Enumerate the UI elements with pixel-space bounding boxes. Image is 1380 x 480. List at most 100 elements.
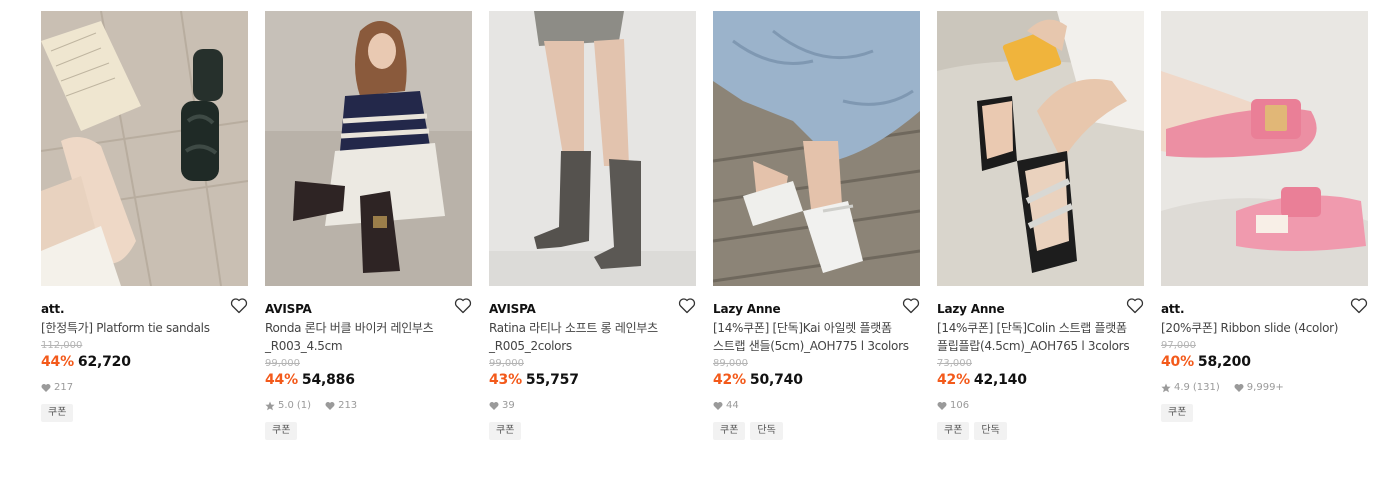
heart-count-icon <box>937 401 947 411</box>
product-name[interactable]: Ronda 론다 버클 바이커 레인부츠 _R003_4.5cm <box>265 319 472 355</box>
product-name-line: _R005_2colors <box>489 339 572 353</box>
star-icon <box>1161 383 1171 393</box>
rating-value: 4.9 <box>1174 382 1190 393</box>
like-count: 217 <box>54 382 74 393</box>
price-row: 42% 50,740 <box>713 371 920 389</box>
product-image[interactable] <box>1161 11 1368 286</box>
sale-price: 50,740 <box>749 372 803 388</box>
original-price: 97,000 <box>1161 340 1196 351</box>
product-meta: 5.0 (1) 213 <box>265 399 472 413</box>
product-meta: 4.9 (131) 9,999+ <box>1161 381 1368 395</box>
tag-list: 쿠폰 단독 <box>713 422 920 440</box>
wishlist-heart-icon[interactable] <box>454 297 472 314</box>
product-card[interactable]: att. [한정특가] Platform tie sandals 112,000… <box>41 11 248 422</box>
exclusive-tag: 단독 <box>974 422 1007 440</box>
original-price: 73,000 <box>937 358 972 369</box>
product-name-line: [20%쿠폰] Ribbon slide (4color) <box>1161 321 1339 335</box>
product-name[interactable]: [14%쿠폰] [단독]Colin 스트랩 플랫폼 플립플랍(4.5cm)_AO… <box>937 319 1144 355</box>
price-row: 43% 55,757 <box>489 371 696 389</box>
wishlist-heart-icon[interactable] <box>230 297 248 314</box>
product-card[interactable]: Lazy Anne [14%쿠폰] [단독]Colin 스트랩 플랫폼 플립플랍… <box>937 11 1144 440</box>
exclusive-tag: 단독 <box>750 422 783 440</box>
coupon-tag: 쿠폰 <box>937 422 970 440</box>
product-card[interactable]: att. [20%쿠폰] Ribbon slide (4color) 97,00… <box>1161 11 1368 422</box>
wishlist-heart-icon[interactable] <box>1350 297 1368 314</box>
sale-price: 55,757 <box>525 372 579 388</box>
product-image[interactable] <box>713 11 920 286</box>
like-count: 44 <box>726 400 739 411</box>
original-price: 99,000 <box>489 358 524 369</box>
wishlist-heart-icon[interactable] <box>902 297 920 314</box>
tag-list: 쿠폰 <box>489 422 696 440</box>
sale-price: 54,886 <box>301 372 355 388</box>
heart-count-icon <box>325 401 335 411</box>
product-card[interactable]: AVISPA Ratina 라티나 소프트 롱 레인부츠 _R005_2colo… <box>489 11 696 440</box>
brand-name[interactable]: Lazy Anne <box>713 302 781 316</box>
brand-row: AVISPA <box>265 297 472 316</box>
product-meta: 44 <box>713 399 920 413</box>
product-meta: 106 <box>937 399 1144 413</box>
like-count: 39 <box>502 400 515 411</box>
original-price: 112,000 <box>41 340 83 351</box>
like-count: 106 <box>950 400 970 411</box>
product-name-line: Ratina 라티나 소프트 롱 레인부츠 <box>489 321 658 335</box>
product-image[interactable] <box>265 11 472 286</box>
product-name-line: _R003_4.5cm <box>265 339 343 353</box>
product-card[interactable]: Lazy Anne [14%쿠폰] [단독]Kai 아일렛 플랫폼 스트랩 샌들… <box>713 11 920 440</box>
coupon-tag: 쿠폰 <box>41 404 74 422</box>
product-name[interactable]: Ratina 라티나 소프트 롱 레인부츠 _R005_2colors <box>489 319 696 355</box>
discount-rate: 43% <box>489 372 522 388</box>
price-row: 44% 54,886 <box>265 371 472 389</box>
original-price: 99,000 <box>265 358 300 369</box>
brand-name[interactable]: AVISPA <box>489 302 536 316</box>
sale-price: 62,720 <box>77 354 131 370</box>
review-count: (1) <box>296 400 312 411</box>
platform-sandal-photo <box>713 11 920 286</box>
product-image[interactable] <box>937 11 1144 286</box>
wishlist-heart-icon[interactable] <box>678 297 696 314</box>
discount-rate: 44% <box>41 354 74 370</box>
coupon-tag: 쿠폰 <box>1161 404 1194 422</box>
product-image[interactable] <box>41 11 248 286</box>
rating-value: 5.0 <box>278 400 294 411</box>
coupon-tag: 쿠폰 <box>489 422 522 440</box>
brand-row: AVISPA <box>489 297 696 316</box>
brand-name[interactable]: att. <box>41 302 65 316</box>
brand-row: Lazy Anne <box>713 297 920 316</box>
wishlist-heart-icon[interactable] <box>1126 297 1144 314</box>
biker-boot-photo <box>265 11 472 286</box>
product-meta: 39 <box>489 399 696 413</box>
like-count: 9,999+ <box>1246 382 1284 393</box>
discount-rate: 42% <box>713 372 746 388</box>
original-price: 89,000 <box>713 358 748 369</box>
product-name[interactable]: [한정특가] Platform tie sandals <box>41 319 248 337</box>
product-name[interactable]: [14%쿠폰] [단독]Kai 아일렛 플랫폼 스트랩 샌들(5cm)_AOH7… <box>713 319 920 355</box>
heart-count-icon <box>1234 383 1244 393</box>
heart-count-icon <box>489 401 499 411</box>
product-image[interactable] <box>489 11 696 286</box>
product-name-line: Ronda 론다 버클 바이커 레인부츠 <box>265 321 434 335</box>
flipflop-photo <box>937 11 1144 286</box>
coupon-tag: 쿠폰 <box>265 422 298 440</box>
tag-list: 쿠폰 단독 <box>937 422 1144 440</box>
brand-name[interactable]: Lazy Anne <box>937 302 1005 316</box>
product-name[interactable]: [20%쿠폰] Ribbon slide (4color) <box>1161 319 1368 337</box>
price-row: 42% 42,140 <box>937 371 1144 389</box>
discount-rate: 40% <box>1161 354 1194 370</box>
brand-name[interactable]: AVISPA <box>265 302 312 316</box>
heart-count-icon <box>713 401 723 411</box>
price-row: 44% 62,720 <box>41 353 248 371</box>
coupon-tag: 쿠폰 <box>713 422 746 440</box>
product-name-line: [14%쿠폰] [단독]Kai 아일렛 플랫폼 <box>713 321 892 335</box>
product-name-line: 플립플랍(4.5cm)_AOH765 l 3colors <box>937 339 1130 353</box>
product-card[interactable]: AVISPA Ronda 론다 버클 바이커 레인부츠 _R003_4.5cm … <box>265 11 472 440</box>
tag-list: 쿠폰 <box>1161 404 1368 422</box>
product-name-line: 스트랩 샌들(5cm)_AOH775 l 3colors <box>713 339 909 353</box>
product-name-line: [한정특가] Platform tie sandals <box>41 321 210 335</box>
discount-rate: 44% <box>265 372 298 388</box>
brand-row: att. <box>1161 297 1368 316</box>
brand-row: att. <box>41 297 248 316</box>
brand-name[interactable]: att. <box>1161 302 1185 316</box>
tag-list: 쿠폰 <box>41 404 248 422</box>
like-count: 213 <box>338 400 358 411</box>
